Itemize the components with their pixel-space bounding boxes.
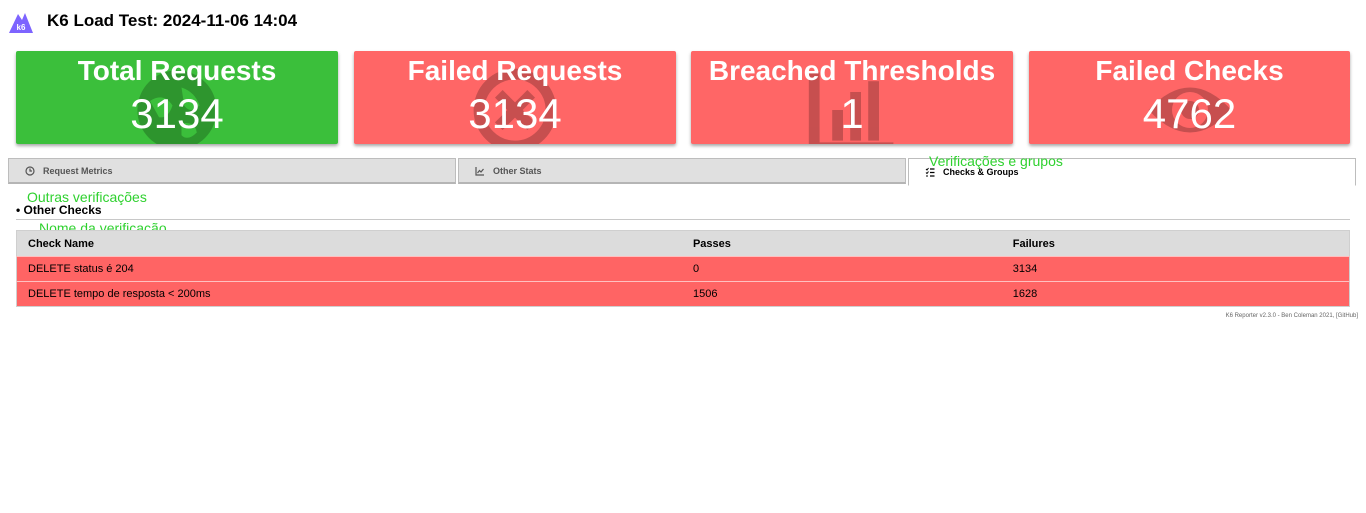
cell-failures: 1628 (1001, 281, 1350, 307)
tab-label: Request Metrics (43, 165, 113, 176)
card-label: Failed Checks (1095, 55, 1284, 86)
clock-icon (25, 165, 35, 176)
card-total-requests: Total Requests 3134 (16, 51, 338, 144)
checks-table: Check Name Passes Failures DELETE status… (16, 230, 1350, 307)
card-breached-thresholds: Breached Thresholds 1 (691, 51, 1013, 144)
card-value: 1 (840, 90, 864, 137)
page-title: K6 Load Test: 2024-11-06 14:04 (47, 11, 298, 30)
card-failed-requests: Failed Requests 3134 (354, 51, 676, 144)
cell-passes: 1506 (681, 281, 1002, 307)
cell-passes: 0 (681, 256, 1002, 282)
tab-other-stats[interactable]: Other Stats (458, 158, 906, 184)
card-value: 4762 (1142, 90, 1237, 137)
header: k6 K6 Load Test: 2024-11-06 14:04 (8, 8, 297, 34)
cell-check-name: DELETE tempo de resposta < 200ms (16, 281, 682, 307)
tab-request-metrics[interactable]: Request Metrics (8, 158, 456, 184)
card-failed-checks: Failed Checks 4762 (1029, 51, 1350, 144)
footer-credits: K6 Reporter v2.3.0 - Ben Coleman 2021, [… (1225, 313, 1358, 319)
annotation-checks-groups: Verificações e grupos (929, 153, 1063, 169)
card-value: 3134 (468, 90, 562, 137)
card-value: 3134 (130, 90, 224, 137)
line-chart-icon (475, 166, 484, 176)
column-header-passes: Passes (681, 230, 1002, 257)
card-label: Total Requests (77, 55, 277, 86)
cell-check-name: DELETE status é 204 (16, 256, 682, 282)
column-header-failures: Failures (1001, 230, 1350, 257)
card-label: Breached Thresholds (708, 55, 996, 86)
svg-text:k6: k6 (17, 23, 26, 32)
table-row: DELETE status é 204 0 3134 (16, 256, 1350, 282)
cell-failures: 3134 (1001, 256, 1350, 282)
tab-bar: Request Metrics Other Stats Checks & Gro… (8, 158, 1356, 186)
k6-logo-icon: k6 (9, 13, 33, 33)
table-header-row: Check Name Passes Failures (16, 230, 1350, 257)
divider (16, 219, 1350, 220)
column-header-check-name: Check Name (16, 230, 682, 257)
summary-cards: Total Requests 3134 Failed Requests 3134… (16, 51, 1350, 144)
table-row: DELETE tempo de resposta < 200ms 1506 16… (16, 281, 1350, 307)
section-title: • Other Checks (16, 203, 102, 217)
tab-label: Other Stats (493, 165, 542, 176)
card-label: Failed Requests (407, 55, 623, 86)
